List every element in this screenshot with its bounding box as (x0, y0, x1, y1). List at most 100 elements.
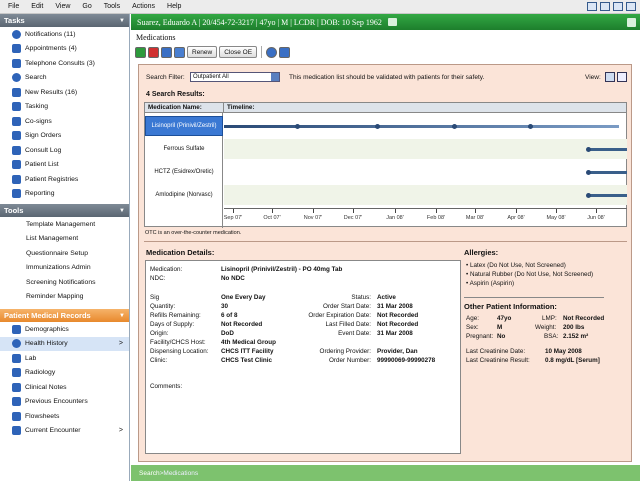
banner-menu-icon[interactable] (627, 17, 636, 27)
sidebar-item-clinical-notes[interactable]: Clinical Notes (0, 380, 129, 395)
bsa-label: BSA: (544, 333, 559, 340)
sidebar-item-previous-encounters[interactable]: Previous Encounters (0, 395, 129, 410)
sidebar-item-tasking[interactable]: Tasking (0, 100, 129, 115)
list-view-icon[interactable] (617, 72, 627, 82)
breadcrumb-search[interactable]: Search (139, 470, 160, 477)
menu-tools[interactable]: Tools (98, 3, 126, 10)
report-icon (12, 189, 21, 199)
section-divider (144, 241, 627, 242)
collapse-icon[interactable]: ▼ (119, 18, 125, 24)
timeline-view-icon[interactable] (605, 72, 615, 82)
timeline-bar (589, 171, 627, 174)
sidebar-item-label: Reporting (25, 190, 55, 198)
sidebar-item-screening-notifications[interactable]: Screening Notifications (0, 275, 129, 290)
layout-icon[interactable] (613, 2, 623, 11)
menu-go[interactable]: Go (76, 3, 97, 10)
sidebar-item-telephone-consults[interactable]: Telephone Consults (3) (0, 56, 129, 71)
detail-label: Facility/CHCS Host: (150, 339, 206, 346)
medication-row[interactable]: HCTZ (Esidrex/Oretic) (145, 162, 223, 182)
page-title: Medications (136, 33, 176, 42)
menu-actions[interactable]: Actions (126, 3, 161, 10)
sidebar-item-new-results[interactable]: New Results (16) (0, 85, 129, 100)
sidebar-item-radiology[interactable]: Radiology (0, 366, 129, 381)
sidebar-item-consult-log[interactable]: Consult Log (0, 143, 129, 158)
tasks-header[interactable]: Tasks ▼ (0, 14, 129, 27)
breadcrumb: Search > Medications (131, 465, 640, 481)
sidebar-item-search[interactable]: Search (0, 71, 129, 86)
sidebar-item-questionnaire-setup[interactable]: Questionnaire Setup (0, 246, 129, 261)
remove-icon[interactable] (148, 46, 159, 58)
menu-help[interactable]: Help (161, 3, 187, 10)
window-icon[interactable] (626, 2, 636, 11)
detail-value: 31 Mar 2008 (377, 330, 413, 337)
timeline-row[interactable] (224, 185, 627, 205)
detail-label: Clinic: (150, 357, 168, 364)
column-header-timeline[interactable]: Timeline: (224, 103, 626, 113)
person-icon (12, 160, 21, 170)
grid-icon[interactable] (600, 2, 610, 11)
axis-tick-label: Nov 07' (303, 215, 323, 221)
medications-panel: Search Filter: Outpatient All This medic… (138, 64, 632, 462)
search-filter-select[interactable]: Outpatient All (190, 72, 280, 82)
renew-button[interactable]: Renew (187, 46, 218, 58)
sidebar-item-current-encounter[interactable]: Current Encounter > (0, 424, 129, 439)
medication-row[interactable]: Amlodipine (Norvasc) (145, 185, 223, 205)
edit-icon[interactable] (161, 46, 172, 58)
timeline-marker[interactable] (452, 124, 457, 129)
sidebar-item-lab[interactable]: Lab (0, 351, 129, 366)
settings-icon[interactable] (279, 46, 291, 58)
sidebar-item-patient-registries[interactable]: Patient Registries (0, 172, 129, 187)
sidebar-item-notifications[interactable]: Notifications (11) (0, 27, 129, 42)
sidebar-item-template-management[interactable]: Template Management (0, 217, 129, 232)
close-oe-button[interactable]: Close OE (219, 46, 258, 58)
xray-icon (12, 368, 21, 378)
registry-icon (12, 174, 21, 184)
detail-value: 4th Medical Group (221, 339, 276, 346)
sidebar-item-reminder-mapping[interactable]: Reminder Mapping (0, 290, 129, 305)
sidebar-item-demographics[interactable]: Demographics (0, 322, 129, 337)
timeline-marker[interactable] (586, 193, 591, 198)
refresh-icon[interactable] (266, 46, 278, 58)
timeline-marker[interactable] (528, 124, 533, 129)
timeline-marker[interactable] (375, 124, 380, 129)
sidebar-item-label: Tasking (25, 103, 49, 111)
allergies-title: Allergies: (464, 248, 499, 257)
medication-label: Medication: (150, 266, 183, 273)
sidebar-item-co-signs[interactable]: Co-signs (0, 114, 129, 129)
pin-icon[interactable] (387, 18, 397, 26)
sidebar-item-list-management[interactable]: List Management (0, 232, 129, 247)
tools-header[interactable]: Tools ▼ (0, 204, 129, 217)
sidebar-item-sign-orders[interactable]: Sign Orders (0, 129, 129, 144)
menu-view[interactable]: View (49, 3, 76, 10)
timeline-row[interactable] (224, 139, 627, 159)
sidebar-item-health-history[interactable]: Health History > (0, 336, 129, 351)
axis-tick (395, 209, 396, 213)
sidebar-item-flowsheets[interactable]: Flowsheets (0, 409, 129, 424)
menu-edit[interactable]: Edit (25, 3, 49, 10)
medication-row[interactable]: Ferrous Sulfate (145, 139, 223, 159)
sidebar-item-appointments[interactable]: Appointments (4) (0, 42, 129, 57)
calendar-icon[interactable] (587, 2, 597, 11)
sidebar-item-immunizations-admin[interactable]: Immunizations Admin (0, 261, 129, 276)
timeline-row[interactable] (224, 162, 627, 182)
sidebar-item-reporting[interactable]: Reporting (0, 187, 129, 202)
pmr-header[interactable]: Patient Medical Records ▼ (0, 309, 129, 322)
timeline-row[interactable] (224, 116, 627, 136)
notes-icon (12, 382, 21, 392)
collapse-icon[interactable]: ▼ (119, 313, 125, 319)
menu-file[interactable]: File (0, 3, 25, 10)
timeline-marker[interactable] (586, 147, 591, 152)
medication-row[interactable]: Lisinopril (Prinivil/Zestril) (145, 116, 223, 136)
column-header-medication[interactable]: Medication Name: (145, 103, 224, 113)
sidebar-item-label: Patient Registries (25, 175, 79, 183)
axis-tick (272, 209, 273, 213)
copy-icon[interactable] (174, 46, 185, 58)
collapse-icon[interactable]: ▼ (119, 208, 125, 214)
axis-tick-label: Oct 07' (263, 215, 281, 221)
add-icon[interactable] (135, 46, 146, 58)
sidebar-item-patient-list[interactable]: Patient List (0, 158, 129, 173)
timeline-marker[interactable] (295, 124, 300, 129)
timeline-marker[interactable] (586, 170, 591, 175)
sidebar-item-label: Lab (25, 354, 37, 362)
sidebar-item-label: Sign Orders (25, 132, 62, 140)
